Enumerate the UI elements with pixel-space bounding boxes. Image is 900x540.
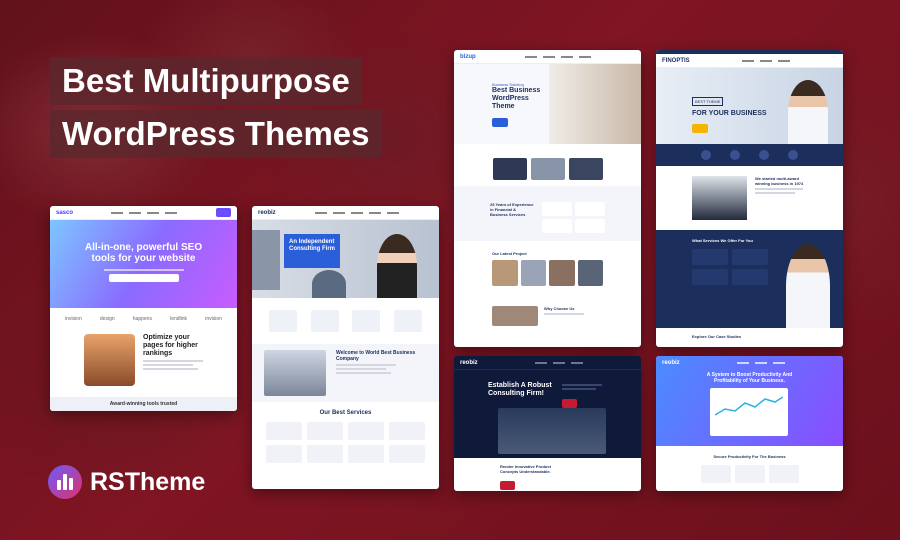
reobiz-team-image [264,350,326,396]
theme-card-reobiz-consulting[interactable]: reobiz An Independent Consulting Firm We… [252,206,439,489]
reobiz-purple-hero: reobiz A System to Boost Productivity An… [656,356,843,446]
partner-logo: happens [132,316,152,322]
rstheme-logo-icon [48,465,82,499]
bizup-section-title: 25 Years of Experience in Financial & Bu… [490,202,534,217]
sasco-person-image [84,334,135,386]
finoptis-section-title: We started multi-award winning business … [755,176,804,186]
theme-card-reobiz-dark[interactable]: reobiz Establish A Robust Consulting Fir… [454,356,641,491]
theme-card-reobiz-purple[interactable]: reobiz A System to Boost Productivity An… [656,356,843,491]
finoptis-team-image [692,176,747,220]
headline-line-1: Best Multipurpose [50,57,362,105]
card-brand: reobiz [258,209,276,216]
partner-logo: invision [205,316,222,322]
finoptis-hero-title: FOR YOUR BUSINESS [692,110,767,117]
theme-card-finoptis[interactable]: FINOPTIS BEST THEME FOR YOUR BUSINESS We… [656,50,843,347]
card-brand: sasco [56,209,74,216]
reobiz-hero-title: An Independent Consulting Firm [289,239,335,252]
partner-logo: design [99,316,115,322]
bizup-projects-title: Our Latest Project [492,251,527,256]
rstheme-logo: RSTheme [48,465,205,499]
theme-card-bizup[interactable]: bizup Business Solution Best Business Wo… [454,50,641,347]
reobiz-hero: An Independent Consulting Firm [252,220,439,298]
sasco-hero: All-in-one, powerful SEO tools for your … [50,220,237,308]
headline-line-2: WordPress Themes [50,110,382,158]
partner-logo: lendlink [170,316,188,322]
partner-logo: invision [65,316,82,322]
bizup-hero-image [549,64,641,144]
dashboard-mockup [710,388,788,436]
card-brand: FINOPTIS [662,57,690,64]
rstheme-logo-text: RSTheme [90,467,206,496]
bizup-why-title: Why Choose Us [544,306,575,311]
reobiz-dark-hero-title: Establish A Robust Consulting Firm! [488,382,552,397]
sasco-partners: invision design happens lendlink invision [50,308,237,330]
reobiz-purple-hero-title: A System to Boost Productivity And Profi… [706,372,793,384]
sasco-hero-title: All-in-one, powerful SEO tools for your … [84,242,203,264]
finoptis-services-title: What Services We Offer For You [692,238,753,243]
sasco-section-title: Optimize your pages for higher rankings [143,334,198,357]
reobiz-dark-team-image [498,408,606,454]
bizup-hero-title: Best Business WordPress Theme [492,87,541,110]
reobiz-purple-section-title: Secure Productivity For The Business [713,454,786,459]
card-brand: reobiz [662,360,680,366]
card-brand: reobiz [460,359,478,366]
card-brand: bizup [460,53,476,60]
finoptis-cases-title: Explore Our Case Studies [692,334,742,339]
finoptis-badge: BEST THEME [692,97,724,106]
theme-card-sasco[interactable]: sasco All-in-one, powerful SEO tools for… [50,206,237,411]
sasco-footer-title: Award-winning tools trusted [50,397,237,411]
reobiz-dark-section-title: Render Innovative Product Concepts Under… [500,464,551,474]
reobiz-section-title: Welcome to World Best Business Company [336,350,416,362]
